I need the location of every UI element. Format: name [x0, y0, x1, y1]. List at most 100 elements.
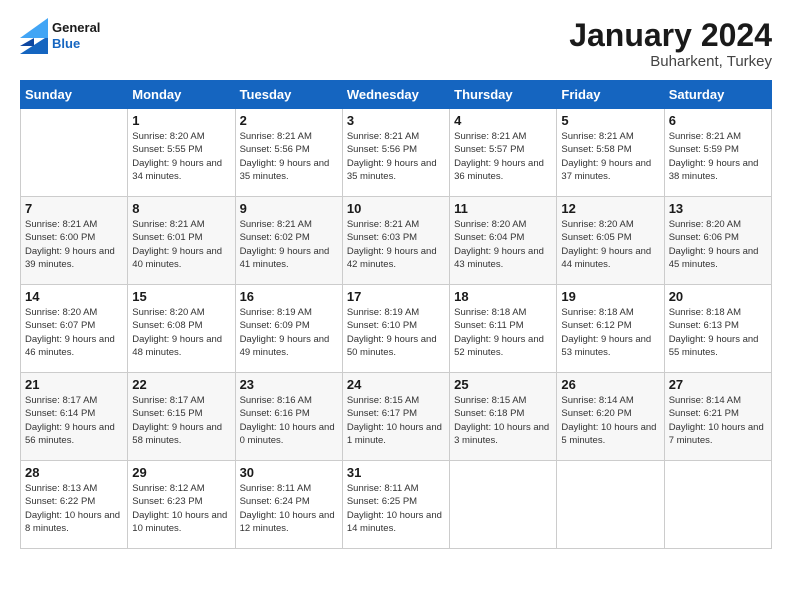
- sunrise-text: Sunrise: 8:18 AM: [669, 306, 767, 319]
- day-info: Sunrise: 8:21 AM Sunset: 5:59 PM Dayligh…: [669, 130, 767, 183]
- sunrise-text: Sunrise: 8:20 AM: [132, 306, 230, 319]
- calendar-table: Sunday Monday Tuesday Wednesday Thursday…: [20, 80, 772, 549]
- day-info: Sunrise: 8:11 AM Sunset: 6:25 PM Dayligh…: [347, 482, 445, 535]
- day-number: 20: [669, 289, 767, 304]
- day-info: Sunrise: 8:19 AM Sunset: 6:10 PM Dayligh…: [347, 306, 445, 359]
- sunrise-text: Sunrise: 8:15 AM: [347, 394, 445, 407]
- sunrise-text: Sunrise: 8:19 AM: [240, 306, 338, 319]
- table-row: 25 Sunrise: 8:15 AM Sunset: 6:18 PM Dayl…: [450, 373, 557, 461]
- day-info: Sunrise: 8:12 AM Sunset: 6:23 PM Dayligh…: [132, 482, 230, 535]
- logo-icon: [20, 18, 48, 54]
- day-info: Sunrise: 8:17 AM Sunset: 6:15 PM Dayligh…: [132, 394, 230, 447]
- daylight-text: Daylight: 9 hours and 58 minutes.: [132, 421, 230, 448]
- table-row: 29 Sunrise: 8:12 AM Sunset: 6:23 PM Dayl…: [128, 461, 235, 549]
- sunrise-text: Sunrise: 8:17 AM: [132, 394, 230, 407]
- sunset-text: Sunset: 6:05 PM: [561, 231, 659, 244]
- logo-text: General Blue: [52, 20, 100, 51]
- sunset-text: Sunset: 5:57 PM: [454, 143, 552, 156]
- header-monday: Monday: [128, 81, 235, 109]
- day-number: 31: [347, 465, 445, 480]
- day-info: Sunrise: 8:21 AM Sunset: 6:01 PM Dayligh…: [132, 218, 230, 271]
- calendar-week-row: 14 Sunrise: 8:20 AM Sunset: 6:07 PM Dayl…: [21, 285, 772, 373]
- sunrise-text: Sunrise: 8:21 AM: [561, 130, 659, 143]
- sunset-text: Sunset: 6:03 PM: [347, 231, 445, 244]
- sunrise-text: Sunrise: 8:13 AM: [25, 482, 123, 495]
- day-number: 2: [240, 113, 338, 128]
- sunset-text: Sunset: 6:06 PM: [669, 231, 767, 244]
- daylight-text: Daylight: 10 hours and 7 minutes.: [669, 421, 767, 448]
- sunrise-text: Sunrise: 8:21 AM: [454, 130, 552, 143]
- header-saturday: Saturday: [664, 81, 771, 109]
- sunset-text: Sunset: 6:07 PM: [25, 319, 123, 332]
- table-row: 19 Sunrise: 8:18 AM Sunset: 6:12 PM Dayl…: [557, 285, 664, 373]
- sunrise-text: Sunrise: 8:14 AM: [669, 394, 767, 407]
- table-row: 3 Sunrise: 8:21 AM Sunset: 5:56 PM Dayli…: [342, 109, 449, 197]
- day-number: 8: [132, 201, 230, 216]
- header-tuesday: Tuesday: [235, 81, 342, 109]
- sunset-text: Sunset: 6:04 PM: [454, 231, 552, 244]
- calendar-week-row: 1 Sunrise: 8:20 AM Sunset: 5:55 PM Dayli…: [21, 109, 772, 197]
- sunset-text: Sunset: 6:18 PM: [454, 407, 552, 420]
- sunset-text: Sunset: 6:01 PM: [132, 231, 230, 244]
- daylight-text: Daylight: 9 hours and 45 minutes.: [669, 245, 767, 272]
- daylight-text: Daylight: 9 hours and 55 minutes.: [669, 333, 767, 360]
- day-number: 17: [347, 289, 445, 304]
- table-row: 20 Sunrise: 8:18 AM Sunset: 6:13 PM Dayl…: [664, 285, 771, 373]
- daylight-text: Daylight: 10 hours and 14 minutes.: [347, 509, 445, 536]
- daylight-text: Daylight: 9 hours and 53 minutes.: [561, 333, 659, 360]
- day-number: 16: [240, 289, 338, 304]
- table-row: 10 Sunrise: 8:21 AM Sunset: 6:03 PM Dayl…: [342, 197, 449, 285]
- table-row: 13 Sunrise: 8:20 AM Sunset: 6:06 PM Dayl…: [664, 197, 771, 285]
- table-row: 8 Sunrise: 8:21 AM Sunset: 6:01 PM Dayli…: [128, 197, 235, 285]
- page: General Blue January 2024 Buharkent, Tur…: [0, 0, 792, 612]
- logo: General Blue: [20, 18, 100, 54]
- sunrise-text: Sunrise: 8:19 AM: [347, 306, 445, 319]
- day-info: Sunrise: 8:21 AM Sunset: 5:56 PM Dayligh…: [347, 130, 445, 183]
- header-thursday: Thursday: [450, 81, 557, 109]
- page-title: January 2024: [569, 18, 772, 53]
- day-info: Sunrise: 8:11 AM Sunset: 6:24 PM Dayligh…: [240, 482, 338, 535]
- day-number: 3: [347, 113, 445, 128]
- day-info: Sunrise: 8:18 AM Sunset: 6:11 PM Dayligh…: [454, 306, 552, 359]
- sunset-text: Sunset: 6:17 PM: [347, 407, 445, 420]
- day-number: 4: [454, 113, 552, 128]
- page-subtitle: Buharkent, Turkey: [569, 53, 772, 70]
- daylight-text: Daylight: 10 hours and 10 minutes.: [132, 509, 230, 536]
- sunrise-text: Sunrise: 8:16 AM: [240, 394, 338, 407]
- table-row: 2 Sunrise: 8:21 AM Sunset: 5:56 PM Dayli…: [235, 109, 342, 197]
- daylight-text: Daylight: 9 hours and 56 minutes.: [25, 421, 123, 448]
- sunrise-text: Sunrise: 8:20 AM: [132, 130, 230, 143]
- day-number: 14: [25, 289, 123, 304]
- table-row: 24 Sunrise: 8:15 AM Sunset: 6:17 PM Dayl…: [342, 373, 449, 461]
- sunrise-text: Sunrise: 8:20 AM: [561, 218, 659, 231]
- day-number: 7: [25, 201, 123, 216]
- daylight-text: Daylight: 9 hours and 46 minutes.: [25, 333, 123, 360]
- sunset-text: Sunset: 5:55 PM: [132, 143, 230, 156]
- day-info: Sunrise: 8:13 AM Sunset: 6:22 PM Dayligh…: [25, 482, 123, 535]
- day-info: Sunrise: 8:21 AM Sunset: 5:56 PM Dayligh…: [240, 130, 338, 183]
- header: General Blue January 2024 Buharkent, Tur…: [20, 18, 772, 70]
- sunset-text: Sunset: 6:02 PM: [240, 231, 338, 244]
- sunset-text: Sunset: 6:13 PM: [669, 319, 767, 332]
- table-row: 7 Sunrise: 8:21 AM Sunset: 6:00 PM Dayli…: [21, 197, 128, 285]
- sunrise-text: Sunrise: 8:11 AM: [347, 482, 445, 495]
- table-row: 17 Sunrise: 8:19 AM Sunset: 6:10 PM Dayl…: [342, 285, 449, 373]
- sunrise-text: Sunrise: 8:20 AM: [454, 218, 552, 231]
- day-info: Sunrise: 8:20 AM Sunset: 5:55 PM Dayligh…: [132, 130, 230, 183]
- day-number: 22: [132, 377, 230, 392]
- daylight-text: Daylight: 9 hours and 41 minutes.: [240, 245, 338, 272]
- daylight-text: Daylight: 9 hours and 36 minutes.: [454, 157, 552, 184]
- day-info: Sunrise: 8:20 AM Sunset: 6:05 PM Dayligh…: [561, 218, 659, 271]
- sunrise-text: Sunrise: 8:21 AM: [347, 130, 445, 143]
- daylight-text: Daylight: 9 hours and 38 minutes.: [669, 157, 767, 184]
- table-row: 21 Sunrise: 8:17 AM Sunset: 6:14 PM Dayl…: [21, 373, 128, 461]
- day-info: Sunrise: 8:19 AM Sunset: 6:09 PM Dayligh…: [240, 306, 338, 359]
- sunrise-text: Sunrise: 8:12 AM: [132, 482, 230, 495]
- day-number: 18: [454, 289, 552, 304]
- table-row: 15 Sunrise: 8:20 AM Sunset: 6:08 PM Dayl…: [128, 285, 235, 373]
- daylight-text: Daylight: 9 hours and 44 minutes.: [561, 245, 659, 272]
- table-row: [557, 461, 664, 549]
- sunset-text: Sunset: 5:56 PM: [347, 143, 445, 156]
- sunrise-text: Sunrise: 8:11 AM: [240, 482, 338, 495]
- day-number: 19: [561, 289, 659, 304]
